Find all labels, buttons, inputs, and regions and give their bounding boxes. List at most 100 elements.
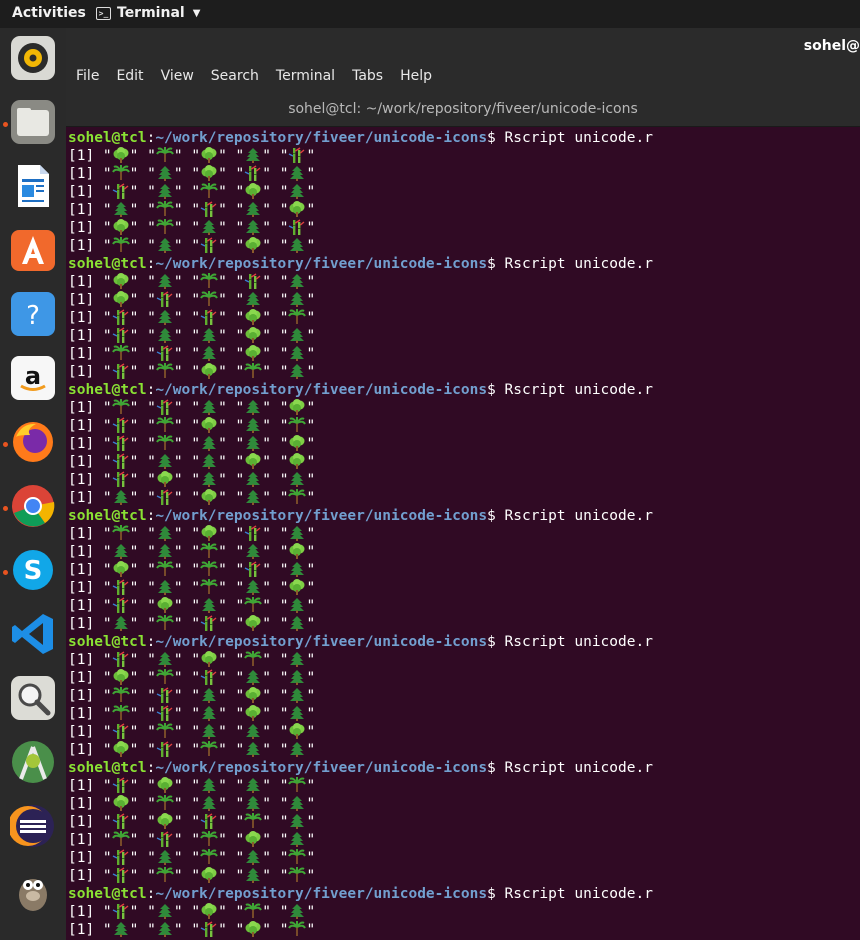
evergreen-tree-icon (288, 706, 306, 722)
palm-tree-icon (155, 561, 174, 578)
output-line: [1] " " " " " " " " " " (68, 489, 316, 506)
bamboo-tree-icon (156, 831, 174, 848)
bamboo-tree-icon (288, 147, 306, 164)
prompt-line: sohel@tcl:~/work/repository/fiveer/unico… (68, 885, 860, 903)
terminal-output[interactable]: sohel@tcl:~/work/repository/fiveer/unico… (68, 129, 860, 940)
evergreen-tree-icon (156, 904, 174, 920)
app-menu-label: Terminal (117, 5, 185, 21)
deciduous-tree-icon (288, 453, 306, 470)
palm-tree-icon (111, 237, 130, 254)
running-indicator (3, 570, 8, 575)
evergreen-tree-icon (200, 328, 218, 344)
palm-tree-icon (200, 273, 218, 290)
menu-edit[interactable]: Edit (106, 64, 143, 92)
menu-tabs[interactable]: Tabs (342, 64, 383, 92)
row-prefix: [1] (68, 400, 103, 416)
dock-item-help[interactable]: ? (10, 292, 56, 339)
skype-icon: S (10, 547, 56, 597)
output-line: [1] " " " " " " " " " " (68, 363, 316, 380)
row-prefix: [1] (68, 868, 103, 884)
palm-tree-icon (155, 723, 174, 740)
evergreen-tree-icon (156, 544, 174, 560)
deciduous-tree-icon (200, 651, 218, 668)
evergreen-tree-icon (200, 598, 218, 614)
top-bar: Activities >_ Terminal ▼ (0, 0, 860, 28)
dock-item-gimp[interactable] (10, 869, 56, 915)
deciduous-tree-icon (200, 165, 218, 182)
evergreen-tree-icon (288, 184, 306, 200)
deciduous-tree-icon (244, 687, 262, 704)
dock-item-vscode[interactable] (10, 613, 56, 659)
output-line: [1] " " " " " " " " " " (68, 183, 316, 200)
bamboo-tree-icon (156, 705, 174, 722)
evergreen-tree-icon (200, 454, 218, 470)
dock-item-writer[interactable] (10, 165, 56, 211)
prompt-symbol: $ (487, 256, 505, 272)
dock-item-software[interactable] (10, 229, 56, 275)
deciduous-tree-icon (200, 525, 218, 542)
deciduous-tree-icon (244, 921, 262, 938)
prompt-line: sohel@tcl:~/work/repository/fiveer/unico… (68, 129, 860, 147)
menu-search[interactable]: Search (201, 64, 259, 92)
evergreen-tree-icon (244, 778, 262, 794)
app-menu[interactable]: >_ Terminal ▼ (96, 5, 200, 21)
bamboo-tree-icon (112, 849, 130, 866)
row-prefix: [1] (68, 310, 103, 326)
evergreen-tree-icon (200, 796, 218, 812)
menu-help[interactable]: Help (390, 64, 432, 92)
palm-tree-icon (244, 363, 263, 380)
dock-item-skype[interactable]: S (10, 549, 56, 595)
dock-item-amazon[interactable]: a (10, 356, 56, 403)
dock-item-rhythmbox[interactable] (10, 36, 56, 83)
deciduous-tree-icon (156, 777, 174, 794)
palm-tree-icon (200, 183, 218, 200)
deciduous-tree-icon (112, 741, 130, 758)
row-prefix: [1] (68, 598, 103, 614)
output-line: [1] " " " " " " " " " " (68, 543, 316, 560)
dock-item-android-studio[interactable] (10, 741, 56, 787)
output-line: [1] " " " " " " " " " " (68, 867, 316, 884)
activities-button[interactable]: Activities (12, 5, 86, 21)
prompt-path: ~/work/repository/fiveer/unicode-icons (155, 256, 488, 272)
running-indicator (3, 122, 8, 127)
row-prefix: [1] (68, 292, 103, 308)
menu-view[interactable]: View (151, 64, 194, 92)
bamboo-tree-icon (244, 561, 262, 578)
dock-item-firefox[interactable] (10, 421, 56, 467)
output-line: [1] " " " " " " " " " " (68, 705, 316, 722)
evergreen-tree-icon (200, 724, 218, 740)
bamboo-tree-icon (112, 723, 130, 740)
palm-tree-icon (200, 543, 218, 560)
row-prefix: [1] (68, 418, 103, 434)
palm-tree-icon (155, 147, 174, 164)
deciduous-tree-icon (112, 561, 130, 578)
evergreen-tree-icon (244, 202, 262, 218)
menu-file[interactable]: File (66, 64, 99, 92)
files-icon (10, 99, 56, 149)
evergreen-tree-icon (288, 562, 306, 578)
row-prefix: [1] (68, 562, 103, 578)
bamboo-tree-icon (200, 813, 218, 830)
dock-item-image-viewer[interactable] (10, 676, 56, 723)
row-prefix: [1] (68, 148, 103, 164)
menu-terminal[interactable]: Terminal (266, 64, 335, 92)
palm-tree-icon (200, 849, 218, 866)
dock-item-eclipse[interactable] (10, 805, 56, 851)
prompt-symbol: $ (487, 130, 505, 146)
row-prefix: [1] (68, 220, 103, 236)
evergreen-tree-icon (244, 220, 262, 236)
bamboo-tree-icon (112, 579, 130, 596)
palm-tree-icon (111, 687, 130, 704)
palm-tree-icon (288, 309, 307, 326)
row-prefix: [1] (68, 202, 103, 218)
bamboo-tree-icon (112, 651, 130, 668)
deciduous-tree-icon (200, 417, 218, 434)
output-line: [1] " " " " " " " " " " (68, 723, 316, 740)
deciduous-tree-icon (112, 273, 130, 290)
row-prefix: [1] (68, 922, 103, 938)
dock-item-files[interactable] (10, 99, 56, 149)
prompt-path: ~/work/repository/fiveer/unicode-icons (155, 130, 488, 146)
dock-item-chrome[interactable] (10, 485, 56, 531)
prompt-user: sohel@tcl (68, 382, 147, 398)
evergreen-tree-icon (288, 796, 306, 812)
